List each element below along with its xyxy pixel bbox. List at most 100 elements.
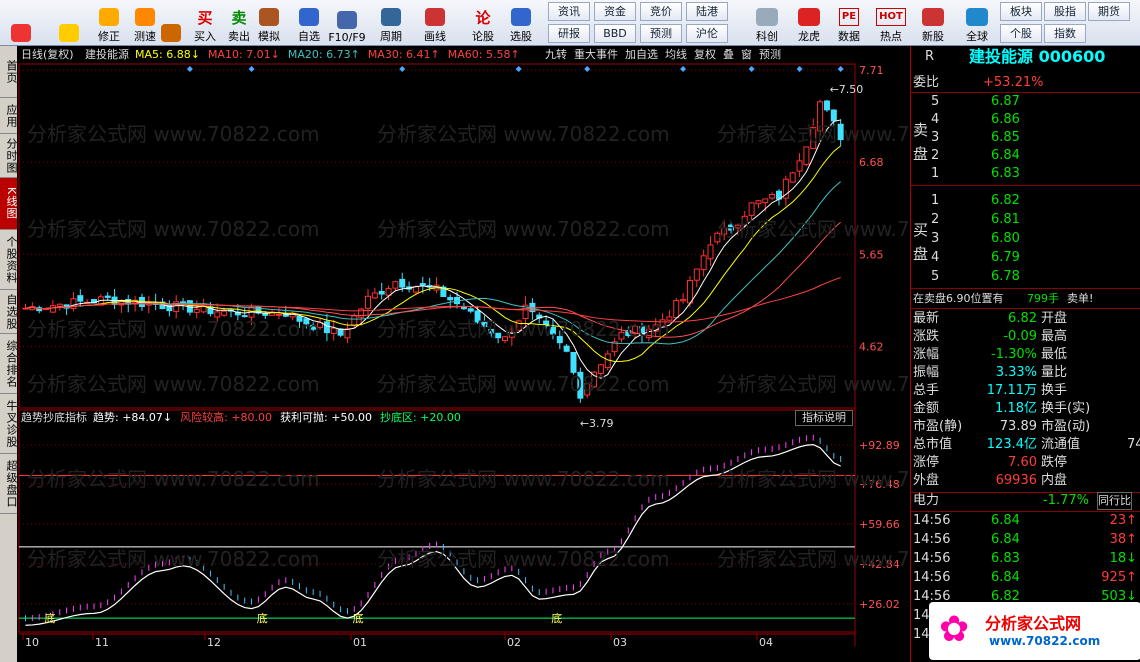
candle-body	[180, 301, 187, 304]
candle-body	[467, 308, 474, 312]
toolbar-热点-button[interactable]: HOT 热点	[872, 2, 910, 44]
candle-body	[830, 109, 837, 122]
event-diamond[interactable]	[186, 66, 193, 72]
panel-text: 最低	[1041, 347, 1068, 362]
candle-body	[378, 290, 385, 295]
toolbar-small-button[interactable]: 资讯	[548, 2, 590, 21]
toolbar-small-button[interactable]: 竞价	[640, 2, 682, 21]
event-diamond[interactable]	[248, 66, 255, 72]
indicator-help-button[interactable]: 指标说明	[795, 410, 853, 426]
tab-个股资料[interactable]: 个股资料	[0, 230, 18, 290]
event-diamond[interactable]	[748, 66, 755, 72]
toolbar-画线-button[interactable]: 画线	[418, 2, 452, 44]
toolbar-label: 数据	[838, 30, 860, 43]
toolbar-clock-icon-button[interactable]	[154, 2, 188, 44]
indicator-value: 风险较高: +80.00	[180, 411, 273, 424]
toolbar-small-button[interactable]: BBD	[594, 24, 636, 43]
toolbar-small-button[interactable]: 研报	[548, 24, 590, 43]
event-diamond[interactable]	[796, 66, 803, 72]
toolbar-修正-button[interactable]: 修正	[92, 2, 126, 44]
event-diamond[interactable]	[399, 66, 406, 72]
stat-value: 1.18亿	[995, 401, 1037, 416]
panel-text: 4	[931, 250, 940, 265]
stat-row: 最新 6.82 开盘	[911, 310, 1140, 328]
toolbar-small-button[interactable]: 期货	[1088, 2, 1130, 21]
toolbar-label: F10/F9	[328, 31, 366, 44]
panel-text: 电力	[913, 493, 940, 508]
toolbar-label: 画线	[424, 30, 446, 43]
panel-text: 14:56	[913, 532, 951, 547]
stat-row: 市盈(静) 73.89 市盈(动)	[911, 418, 1140, 436]
panel-text: 最高	[1041, 329, 1068, 344]
stat-value: 7.60	[1008, 455, 1037, 470]
forum-icon: 论	[475, 9, 491, 27]
watermark: 分析家公式网 www.70822.com	[27, 217, 320, 241]
watermark: 分析家公式网 www.70822.com	[377, 467, 670, 491]
tab-综合排名[interactable]: 综合排名	[0, 334, 18, 394]
toolbar-small-button[interactable]: 资金	[594, 2, 636, 21]
toolbar-small-button[interactable]: 陆港	[686, 2, 728, 21]
kline-chart-area[interactable]: 日线(复权) 建投能源 MA5: 6.88↓ MA10: 7.01↓ MA20: 6…	[17, 46, 910, 662]
panel-text: 3	[931, 130, 940, 145]
tab-牛叉诊股[interactable]: 牛叉诊股	[0, 394, 18, 454]
candle-body	[193, 308, 200, 313]
panel-text: 6.84	[991, 532, 1020, 547]
bottom-label: 底	[353, 611, 364, 625]
flower-icon: ✿	[939, 609, 970, 650]
toolbar-small-button[interactable]: 股指	[1044, 2, 1086, 21]
toolbar-周期-button[interactable]: 周期	[374, 2, 408, 44]
event-diamond[interactable]	[584, 66, 591, 72]
toolbar-small-button[interactable]: 预测	[640, 24, 682, 43]
tab-超级盘口[interactable]: 超级盘口	[0, 454, 18, 514]
toolbar-论股-button[interactable]: 论论股	[466, 2, 500, 44]
tab-K线图[interactable]: K线图	[0, 178, 18, 230]
panel-text: 1	[931, 166, 940, 181]
left-vertical-tabs: 首页 应用 分时图 K线图 个股资料 自选股 综合排名 牛叉诊股 超级盘口	[0, 46, 18, 662]
candle-body	[693, 268, 700, 281]
tab-应用[interactable]: 应用	[0, 98, 18, 134]
candle-body	[789, 172, 796, 183]
candle-body	[392, 281, 399, 289]
tab-自选股[interactable]: 自选股	[0, 290, 18, 334]
toolbar-自选-button[interactable]: 自选	[292, 2, 326, 44]
toolbar-F10/F9-button[interactable]: F10/F9	[328, 2, 366, 44]
toolbar-grid-icon-button[interactable]	[4, 2, 38, 44]
toolbar-科创-button[interactable]: 科创	[748, 2, 786, 44]
toolbar-选股-button[interactable]: 选股	[504, 2, 538, 44]
tab-首页[interactable]: 首页	[0, 46, 18, 98]
pe-icon: PE	[838, 8, 860, 26]
panel-text: 换手	[1041, 383, 1068, 398]
toolbar-small-button[interactable]: 个股	[1000, 24, 1042, 43]
event-diamond[interactable]	[680, 66, 687, 72]
month-label: 12	[207, 636, 221, 649]
toolbar-back-arrow-icon-button[interactable]	[52, 2, 86, 44]
watermark: 分析家公式网 www.70822.com	[27, 547, 320, 571]
toolbar-small-button[interactable]: 指数	[1044, 24, 1086, 43]
candle-body	[447, 297, 454, 301]
ask-price: 6.83	[991, 166, 1020, 181]
toolbar-模拟-button[interactable]: 模拟	[252, 2, 286, 44]
candle-body	[323, 321, 330, 334]
toolbar-新股-button[interactable]: 新股	[914, 2, 952, 44]
stock-name-code: 建投能源 000600	[969, 47, 1106, 66]
toolbar-small-button[interactable]: 沪伦	[686, 24, 728, 43]
toolbar-买入-button[interactable]: 买买入	[188, 2, 222, 44]
sector-compare-button[interactable]: 同行比	[1097, 492, 1132, 510]
event-diamond[interactable]	[837, 66, 844, 72]
toolbar-龙虎-button[interactable]: 龙虎	[790, 2, 828, 44]
ask-price: 6.87	[991, 94, 1020, 109]
watermark: 分析家公式网 www.70822.com	[27, 372, 320, 396]
stat-row: 涨幅 -1.30% 最低	[911, 346, 1140, 364]
tab-分时图[interactable]: 分时图	[0, 134, 18, 178]
toolbar-数据-button[interactable]: PE 数据	[830, 2, 868, 44]
toolbar-small-button[interactable]: 板块	[1000, 2, 1042, 21]
candle-body	[275, 313, 282, 316]
toolbar-卖出-button[interactable]: 卖卖出	[222, 2, 256, 44]
event-diamond[interactable]	[515, 66, 522, 72]
kline-svg[interactable]: 7.716.685.654.62←7.50←3.79+92.89+76.48+5…	[17, 46, 910, 662]
candle-body	[104, 295, 111, 298]
toolbar-全球-button[interactable]: 全球	[958, 2, 996, 44]
panel-text: 6.83	[991, 551, 1020, 566]
indicator-tick: +92.89	[859, 439, 900, 452]
toolbar-label: 模拟	[258, 30, 280, 43]
